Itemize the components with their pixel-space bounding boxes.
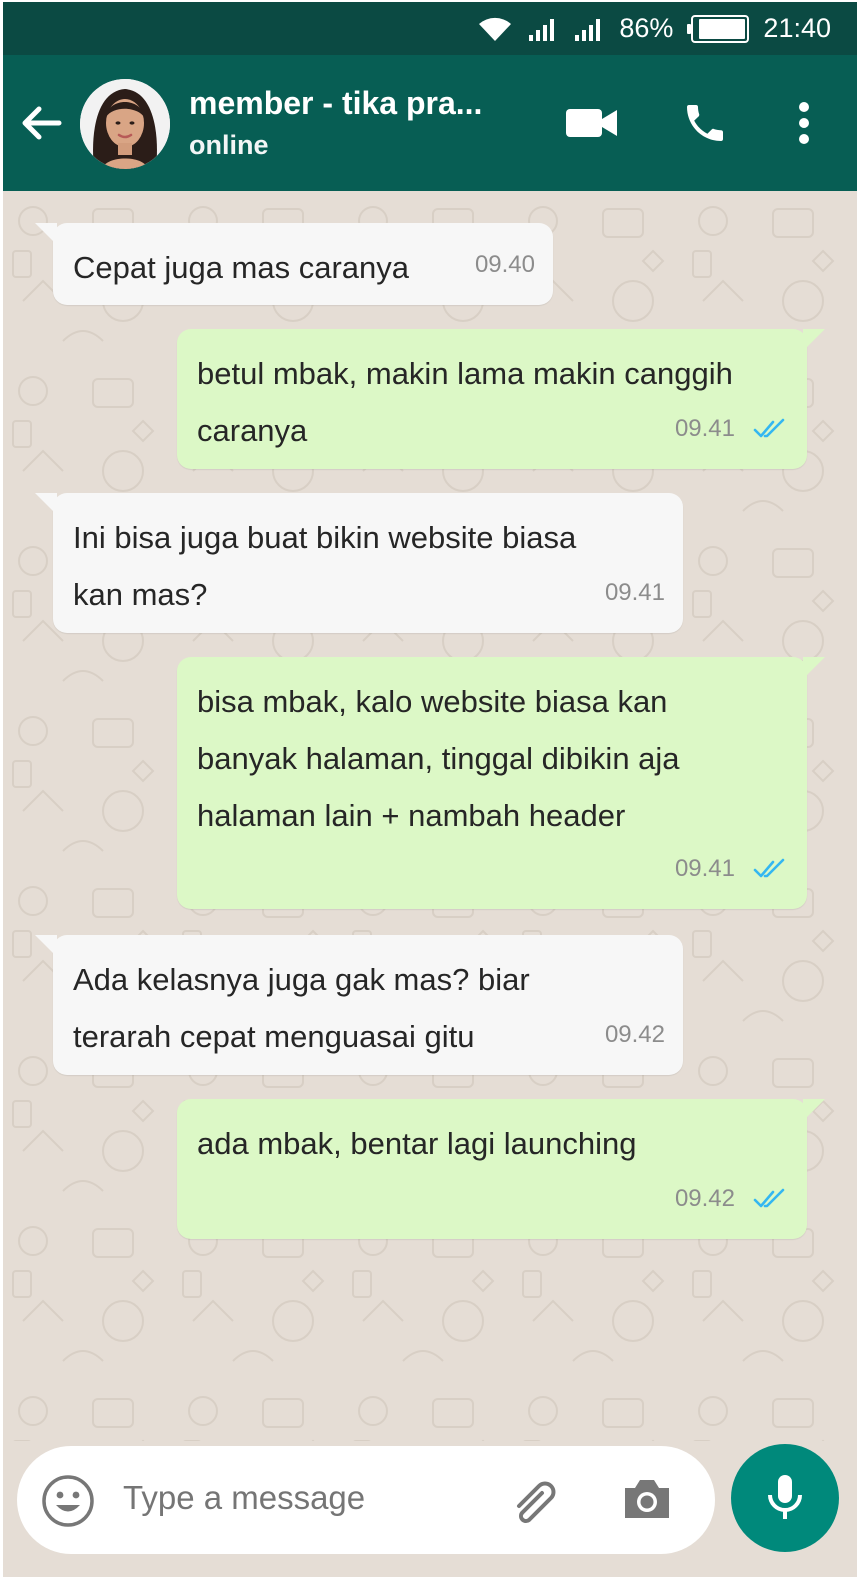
message-line: halaman lain + nambah header	[197, 798, 626, 833]
attach-icon[interactable]	[509, 1476, 565, 1531]
message-line: Cepat juga mas caranya	[73, 250, 410, 285]
status-bar: 86% 21:40	[3, 2, 857, 55]
contact-status: online	[189, 130, 269, 160]
bubble-tail	[803, 657, 825, 679]
message-time: 09.42	[674, 1185, 735, 1212]
message-text: ada mbak, bentar lagi launching	[197, 1115, 636, 1172]
message-line: betul mbak, makin lama makin canggih	[197, 356, 733, 391]
contact-name: member - tika pra...	[189, 85, 483, 121]
bubble-tail	[35, 493, 57, 515]
contact-info[interactable]: member - tika pra... online	[189, 85, 529, 161]
camera-icon[interactable]	[621, 1476, 673, 1527]
message-composer	[17, 1446, 715, 1554]
message-time: 09.41	[674, 415, 735, 442]
emoji-icon[interactable]	[41, 1474, 95, 1533]
message-text: Cepat juga mas caranya	[73, 239, 409, 296]
video-call-icon[interactable]	[563, 95, 621, 151]
message-meta: 09.42	[605, 1006, 665, 1063]
chat-area[interactable]: Cepat juga mas caranya 09.40 betul mbak,…	[3, 191, 857, 1441]
message-time: 09.42	[604, 1021, 665, 1048]
whatsapp-chat-screen: 86% 21:40 member - tika pra... online Ce…	[3, 2, 857, 1577]
back-arrow-icon[interactable]	[19, 101, 71, 145]
message-text: betul mbak, makin lama makin canggih car…	[197, 345, 733, 459]
message-line: Ada kelasnya juga gak mas? biar	[73, 962, 530, 997]
more-vertical-icon[interactable]	[789, 95, 819, 151]
battery-icon	[687, 14, 750, 43]
double-check-icon	[753, 418, 785, 437]
message-line: banyak halaman, tinggal dibikin aja	[197, 741, 680, 776]
avatar[interactable]	[80, 79, 170, 169]
message-line: ada mbak, bentar lagi launching	[197, 1126, 637, 1161]
message-line: terarah cepat menguasai gitu	[73, 1019, 475, 1054]
message-text: Ini bisa juga buat bikin website biasa k…	[73, 509, 576, 623]
message-time: 09.40	[474, 251, 535, 278]
bubble-tail	[35, 223, 57, 245]
message-time: 09.41	[604, 579, 665, 606]
message-bubble-outgoing[interactable]: ada mbak, bentar lagi launching 09.42	[177, 1099, 825, 1239]
message-meta: 09.40	[475, 236, 535, 293]
message-meta: 09.41	[675, 400, 789, 457]
bubble-tail	[35, 935, 57, 957]
battery-percent: 86%	[619, 13, 674, 43]
message-line: Ini bisa juga buat bikin website biasa	[73, 520, 577, 555]
clock: 21:40	[763, 13, 831, 43]
message-bubble-outgoing[interactable]: betul mbak, makin lama makin canggih car…	[177, 329, 825, 469]
phone-icon[interactable]	[679, 95, 731, 151]
message-meta: 09.42	[675, 1170, 789, 1227]
signal-icon	[527, 15, 559, 43]
message-line: kan mas?	[73, 577, 208, 612]
message-bubble-incoming[interactable]: Ada kelasnya juga gak mas? biar terarah …	[35, 935, 683, 1075]
message-meta: 09.41	[675, 840, 789, 897]
message-input[interactable]	[123, 1479, 483, 1517]
mic-button[interactable]	[731, 1444, 839, 1552]
message-line: caranya	[197, 413, 308, 448]
message-line: bisa mbak, kalo website biasa kan	[197, 684, 668, 719]
message-bubble-incoming[interactable]: Cepat juga mas caranya 09.40	[35, 223, 553, 305]
double-check-icon	[753, 1188, 785, 1207]
mic-icon	[768, 1475, 802, 1519]
chat-header: member - tika pra... online	[3, 55, 857, 191]
message-bubble-outgoing[interactable]: bisa mbak, kalo website biasa kan banyak…	[177, 657, 825, 909]
message-text: Ada kelasnya juga gak mas? biar terarah …	[73, 951, 530, 1065]
message-time: 09.41	[674, 855, 735, 882]
message-bubble-incoming[interactable]: Ini bisa juga buat bikin website biasa k…	[35, 493, 683, 633]
bubble-tail	[803, 1099, 825, 1121]
wifi-icon	[477, 15, 513, 43]
bubble-tail	[803, 329, 825, 351]
double-check-icon	[753, 858, 785, 877]
message-meta: 09.41	[605, 564, 665, 621]
message-text: bisa mbak, kalo website biasa kan banyak…	[197, 673, 680, 844]
signal-icon	[573, 15, 605, 43]
